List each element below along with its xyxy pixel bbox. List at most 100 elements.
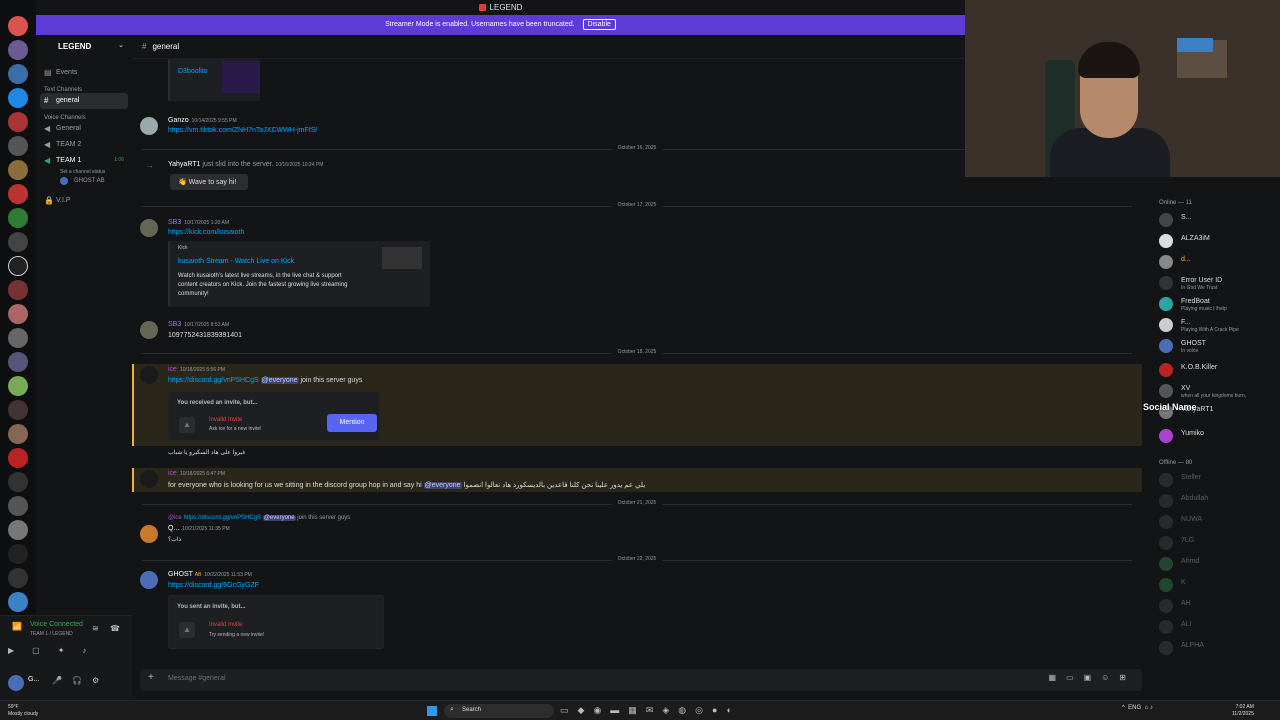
voice-channel-team2[interactable]: ◀ TEAM 2: [36, 137, 132, 153]
username[interactable]: YahyaRT1: [168, 161, 200, 168]
server-icon[interactable]: [8, 88, 28, 108]
disable-button[interactable]: Disable: [582, 19, 616, 30]
voice-channel-general[interactable]: ◀ General: [36, 121, 132, 137]
server-icon[interactable]: [8, 592, 28, 612]
server-icon[interactable]: [8, 520, 28, 540]
screen-share-icon[interactable]: ▢: [32, 646, 58, 655]
teams-icon[interactable]: ◈: [662, 705, 678, 715]
server-icon[interactable]: [8, 400, 28, 420]
server-icon[interactable]: [8, 304, 28, 324]
member-item[interactable]: Abdullah: [1159, 492, 1279, 512]
server-icon[interactable]: [8, 16, 28, 36]
server-icon[interactable]: [8, 352, 28, 372]
activities-icon[interactable]: ✦: [58, 646, 83, 655]
start-button[interactable]: [427, 706, 437, 716]
server-icon[interactable]: [8, 424, 28, 444]
member-item[interactable]: 7LG: [1159, 534, 1279, 554]
member-item[interactable]: Yumiko: [1159, 427, 1279, 447]
text-channels-category[interactable]: Text Channels: [36, 81, 132, 93]
member-item[interactable]: S...: [1159, 211, 1279, 231]
member-item[interactable]: Ahmd: [1159, 555, 1279, 575]
server-icon[interactable]: [8, 328, 28, 348]
whatsapp-icon[interactable]: ◍: [678, 705, 695, 715]
file-explorer-icon[interactable]: ▭: [560, 705, 578, 715]
server-icon[interactable]: [8, 496, 28, 516]
message-link[interactable]: https://vm.tiktok.com/ZNH7nToJXCWWH-jmFt…: [168, 127, 317, 134]
everyone-mention[interactable]: @everyone: [423, 482, 462, 489]
server-icon[interactable]: [8, 40, 28, 60]
username[interactable]: Q...: [168, 525, 179, 532]
discord-icon[interactable]: ◐: [726, 705, 740, 715]
message-link[interactable]: https://discord.gg/6GcGyGZF: [168, 582, 259, 589]
member-item[interactable]: K: [1159, 576, 1279, 596]
voice-member[interactable]: GHOST AB: [36, 175, 132, 187]
steam-icon[interactable]: ◎: [695, 705, 712, 715]
avatar[interactable]: [140, 525, 158, 543]
invite-link[interactable]: https://discord.gg/vnPSHCgS: [168, 377, 259, 384]
server-icon[interactable]: [8, 208, 28, 228]
server-icon[interactable]: [8, 280, 28, 300]
server-icon[interactable]: [8, 568, 28, 588]
username[interactable]: GHOST: [168, 571, 193, 578]
member-item[interactable]: K.O.B.Killer: [1159, 361, 1279, 381]
avatar[interactable]: [140, 571, 158, 589]
folder-icon[interactable]: ▬: [610, 705, 628, 715]
server-icon[interactable]: [8, 112, 28, 132]
message-composer[interactable]: + Message #general ▦▭▣☺⊞: [140, 669, 1142, 691]
server-icon[interactable]: [8, 184, 28, 204]
member-item[interactable]: AH: [1159, 597, 1279, 617]
member-item[interactable]: XV when all your kingdoms burn,: [1159, 382, 1279, 402]
server-icon[interactable]: [8, 256, 28, 276]
network-icon[interactable]: ⌂: [1145, 705, 1149, 711]
apps-icon[interactable]: ⊞: [1119, 673, 1136, 682]
store-icon[interactable]: ▦: [628, 705, 646, 715]
disconnect-icon[interactable]: ☎: [110, 624, 120, 633]
avatar[interactable]: [8, 675, 24, 691]
username[interactable]: SB3: [168, 219, 181, 226]
member-item[interactable]: d...: [1159, 253, 1279, 273]
server-icon[interactable]: [8, 448, 28, 468]
headphones-icon[interactable]: 🎧: [72, 676, 92, 685]
member-item[interactable]: Steller: [1159, 471, 1279, 491]
message-link[interactable]: https://kick.com/kusaioth: [168, 229, 244, 236]
avatar[interactable]: [140, 321, 158, 339]
edge-icon[interactable]: ◉: [593, 705, 610, 715]
voice-channel-name[interactable]: TEAM 1 / LEGEND: [30, 631, 73, 637]
wave-button[interactable]: 👋 Wave to say hi!: [170, 174, 248, 190]
soundboard-icon[interactable]: ♪: [82, 646, 104, 655]
embed-name[interactable]: D3boolito: [178, 68, 208, 75]
voice-channel-vip[interactable]: 🔒 V.I.P: [36, 193, 132, 209]
server-icon[interactable]: [8, 232, 28, 252]
sticker-icon[interactable]: ▣: [1084, 673, 1102, 682]
gift-icon[interactable]: ▦: [1048, 673, 1066, 682]
everyone-mention[interactable]: @everyone: [260, 377, 299, 384]
server-icon[interactable]: [8, 64, 28, 84]
username[interactable]: ice: [168, 470, 177, 477]
gear-icon[interactable]: ⚙: [92, 676, 109, 685]
member-item[interactable]: ALI: [1159, 618, 1279, 638]
voice-channel-team1[interactable]: ◀ TEAM 1 1:06: [36, 153, 132, 169]
server-icon[interactable]: [8, 472, 28, 492]
member-item[interactable]: GHOST In voice: [1159, 337, 1279, 357]
member-item[interactable]: Error User ID In God We Trust: [1159, 274, 1279, 294]
member-item[interactable]: ALZA3iM: [1159, 232, 1279, 252]
username[interactable]: SB3: [168, 321, 181, 328]
avatar[interactable]: [140, 219, 158, 237]
video-icon[interactable]: ▶: [8, 646, 32, 655]
username[interactable]: Ganzo: [168, 117, 189, 124]
member-item[interactable]: FredBoat Playing music | /help: [1159, 295, 1279, 315]
chrome-icon[interactable]: ●: [712, 705, 726, 715]
copilot-icon[interactable]: ◆: [578, 705, 594, 715]
voice-channels-category[interactable]: Voice Channels: [36, 109, 132, 121]
member-item[interactable]: NUWA: [1159, 513, 1279, 533]
chevron-up-icon[interactable]: ^: [1122, 705, 1125, 711]
user-name[interactable]: G...: [28, 676, 39, 683]
server-icon[interactable]: [8, 136, 28, 156]
avatar[interactable]: [140, 470, 158, 488]
avatar[interactable]: [140, 117, 158, 135]
reply-preview[interactable]: @ice https://discord.gg/vnPSHCgS @everyo…: [168, 515, 350, 521]
clock[interactable]: 7:02 AM 11/2/2025: [1232, 704, 1254, 718]
noise-suppression-icon[interactable]: ≋: [92, 624, 99, 633]
events-item[interactable]: ▤ Events: [36, 65, 132, 81]
taskbar-search[interactable]: ⌕ Search: [444, 704, 554, 718]
